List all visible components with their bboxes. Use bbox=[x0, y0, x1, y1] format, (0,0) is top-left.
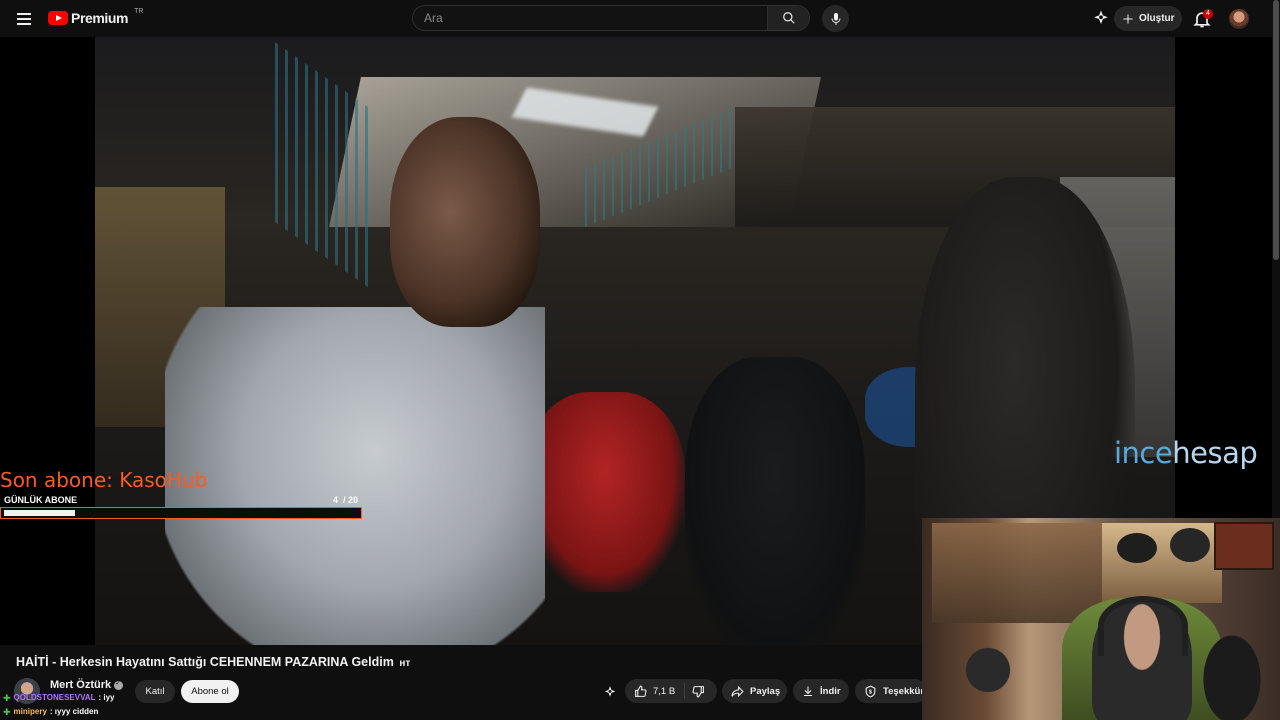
goal-progress-bar bbox=[0, 507, 362, 519]
ask-ai-icon[interactable] bbox=[603, 685, 617, 699]
title-tag: ʜᴛ bbox=[399, 658, 411, 669]
brand-label: Premium bbox=[71, 10, 129, 26]
dislike-button[interactable] bbox=[685, 685, 705, 698]
helmet bbox=[1170, 528, 1210, 562]
like-button[interactable]: 7,1 B bbox=[625, 683, 685, 699]
create-button[interactable]: Oluştur bbox=[1114, 6, 1182, 31]
microphone-arm bbox=[952, 638, 1042, 718]
person-dark-shirt bbox=[685, 357, 865, 645]
microphone-icon bbox=[831, 12, 840, 25]
goal-label: GÜNLÜK ABONE bbox=[4, 495, 78, 505]
like-dislike-group: 7,1 B bbox=[625, 679, 717, 703]
region-label: TR bbox=[134, 7, 144, 15]
thanks-button[interactable]: $ Teşekkürl bbox=[855, 679, 927, 703]
account-avatar[interactable] bbox=[1229, 9, 1249, 29]
plus-icon: ✚ bbox=[3, 707, 11, 717]
watermark-part-b: hesap bbox=[1172, 436, 1258, 470]
tool-wall bbox=[932, 523, 1102, 623]
download-button[interactable]: İndir bbox=[793, 679, 849, 703]
subscribe-button[interactable]: Abone ol bbox=[181, 680, 239, 703]
share-icon bbox=[731, 685, 744, 697]
scrollbar-thumb[interactable] bbox=[1273, 0, 1279, 260]
thumbs-down-icon bbox=[692, 685, 704, 697]
top-bar: Premium TR Oluştur 4 bbox=[0, 0, 1280, 37]
notification-badge: 4 bbox=[1203, 9, 1213, 19]
verified-icon bbox=[114, 679, 124, 690]
share-button[interactable]: Paylaş bbox=[722, 679, 787, 703]
channel-name[interactable]: Mert Öztürk bbox=[50, 679, 124, 691]
join-button[interactable]: Katıl bbox=[135, 680, 175, 703]
person-head bbox=[390, 117, 540, 327]
wall-frame bbox=[1214, 522, 1274, 570]
like-count: 7,1 B bbox=[653, 685, 676, 697]
youtube-premium-logo[interactable]: Premium TR bbox=[48, 7, 144, 26]
download-icon bbox=[804, 686, 812, 696]
search-icon bbox=[782, 12, 795, 24]
watermark-part-a: ince bbox=[1114, 436, 1173, 470]
search-input[interactable] bbox=[413, 6, 767, 30]
subscriber-goal-widget: Son abone: KasoHub GÜNLÜK ABONE 4 / 20 bbox=[0, 468, 362, 519]
streamer-webcam bbox=[922, 518, 1280, 720]
chat-user: QOLDSTONESEVVAL bbox=[13, 693, 96, 702]
goal-progress-fill bbox=[4, 510, 75, 516]
create-label: Oluştur bbox=[1139, 13, 1175, 24]
person-red-shirt bbox=[525, 392, 685, 592]
super-thanks-icon: $ bbox=[865, 684, 876, 697]
voice-search-button[interactable] bbox=[822, 5, 849, 32]
menu-icon[interactable] bbox=[14, 9, 34, 29]
search-bar bbox=[412, 5, 810, 31]
helmet bbox=[1117, 533, 1157, 563]
chat-message: ✚ QOLDSTONESEVVAL: iyy bbox=[3, 691, 115, 705]
stream-chat-overlay: ✚ QOLDSTONESEVVAL: iyy bbox=[3, 691, 115, 705]
headset bbox=[1098, 596, 1188, 656]
stream-chat-overlay-2: ✚ minipery: ıyyy cidden bbox=[3, 705, 98, 719]
sparkle-icon[interactable] bbox=[1092, 9, 1110, 27]
thanks-label: Teşekkürl bbox=[883, 685, 927, 697]
chat-text: : iyy bbox=[98, 693, 115, 702]
chat-message: ✚ minipery: ıyyy cidden bbox=[3, 705, 98, 719]
dark-foreground-object bbox=[1192, 618, 1272, 720]
video-title: HAİTİ - Herkesin Hayatını Sattığı CEHENN… bbox=[16, 655, 411, 669]
goal-count: 4 / 20 bbox=[332, 495, 358, 505]
chat-user: minipery bbox=[13, 707, 47, 716]
thumbs-up-icon bbox=[635, 685, 647, 697]
last-subscriber: Son abone: KasoHub bbox=[0, 468, 208, 492]
chat-text: : ıyyy cidden bbox=[49, 707, 99, 716]
download-label: İndir bbox=[820, 685, 841, 697]
svg-text:$: $ bbox=[869, 689, 872, 695]
youtube-logo-icon bbox=[48, 11, 68, 25]
plus-icon: ✚ bbox=[3, 693, 11, 703]
search-button[interactable] bbox=[767, 6, 809, 30]
plus-icon bbox=[1123, 14, 1133, 23]
stream-watermark: incehesap bbox=[1114, 436, 1258, 470]
share-label: Paylaş bbox=[750, 685, 781, 697]
